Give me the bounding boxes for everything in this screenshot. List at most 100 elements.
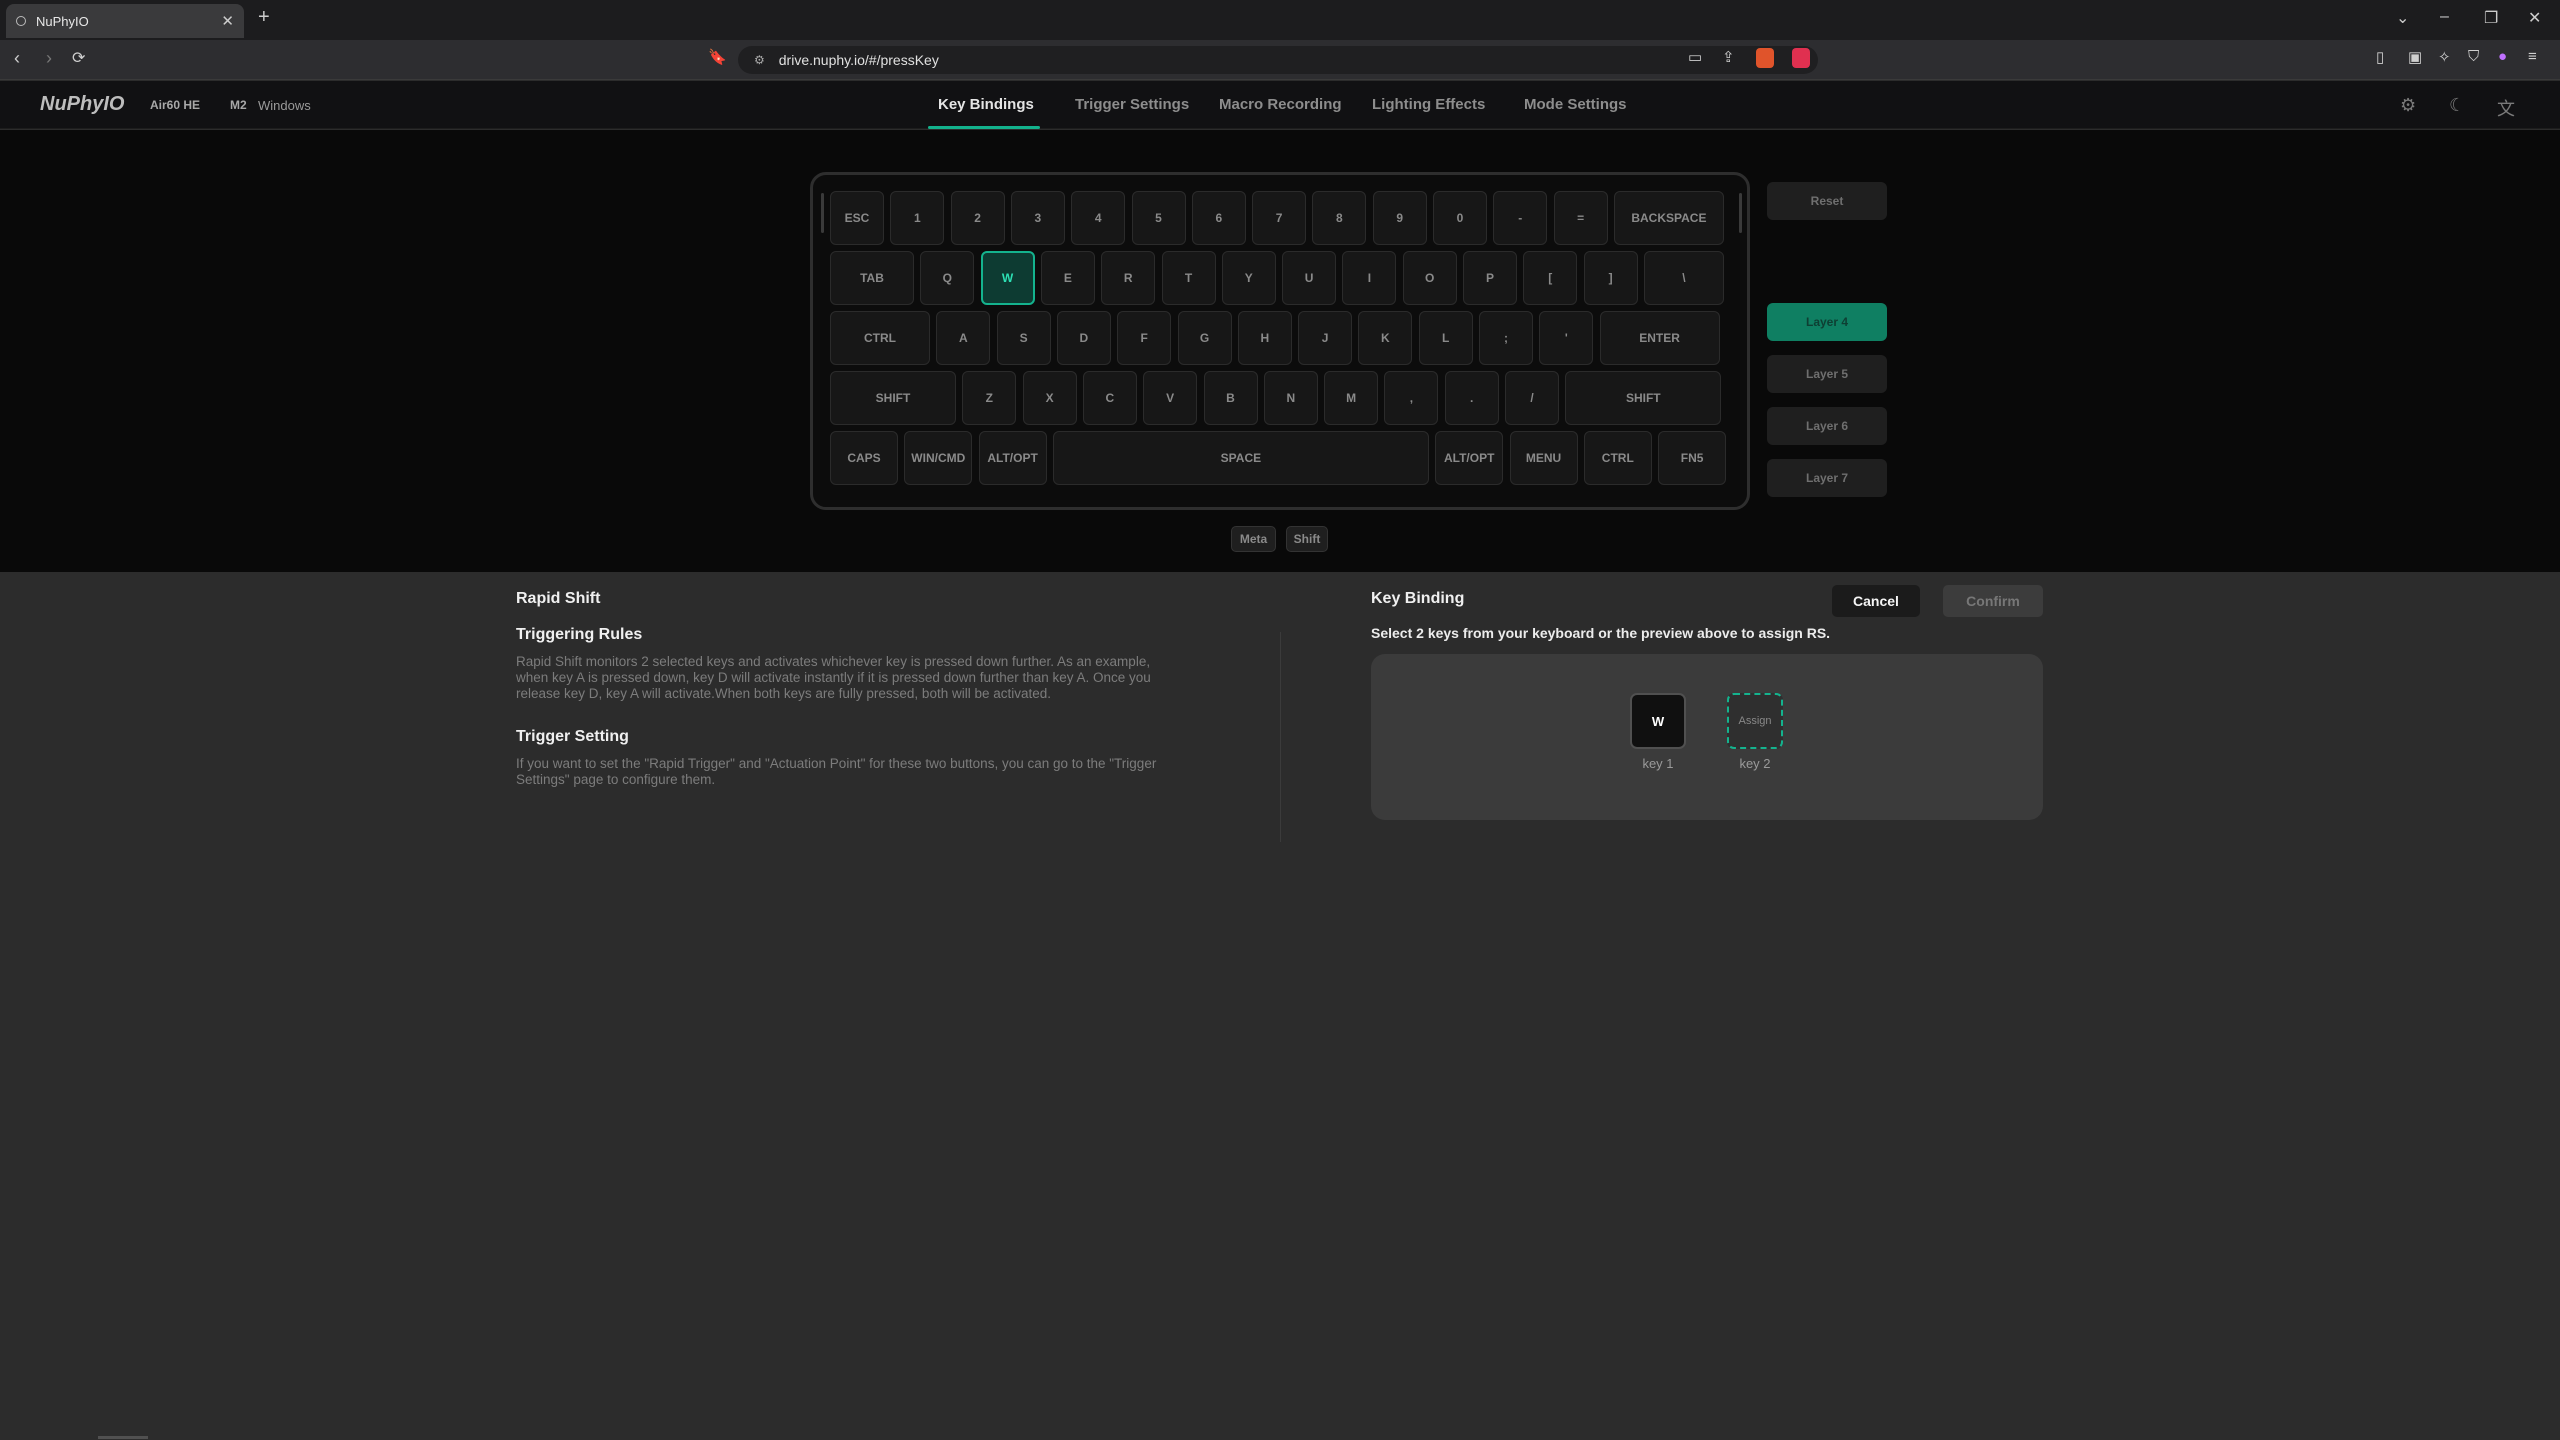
- browser-tab[interactable]: NuPhyIO ✕: [6, 4, 244, 38]
- sidebar-icon[interactable]: ▯: [2376, 48, 2384, 66]
- key-9[interactable]: 9: [1372, 191, 1427, 245]
- key-v[interactable]: V: [1143, 371, 1198, 425]
- key-s[interactable]: S: [996, 311, 1051, 365]
- tab-lighting-effects[interactable]: Lighting Effects: [1372, 96, 1485, 113]
- key-t[interactable]: T: [1161, 251, 1216, 305]
- key-r[interactable]: R: [1101, 251, 1156, 305]
- key-n[interactable]: N: [1263, 371, 1318, 425]
- key-7[interactable]: 7: [1252, 191, 1307, 245]
- reset-button[interactable]: Reset: [1767, 182, 1887, 220]
- settings-gear-icon[interactable]: ⚙: [2400, 95, 2416, 116]
- shift-modifier-button[interactable]: Shift: [1286, 526, 1328, 552]
- key-4[interactable]: 4: [1071, 191, 1126, 245]
- menu-icon[interactable]: ≡: [2528, 48, 2537, 65]
- key-sym3-9[interactable]: .: [1444, 371, 1499, 425]
- site-info-icon[interactable]: ⚙: [754, 53, 765, 67]
- tab-close-icon[interactable]: ✕: [221, 12, 234, 30]
- key-h[interactable]: H: [1237, 311, 1292, 365]
- key-tab[interactable]: TAB: [830, 251, 914, 305]
- cancel-button[interactable]: Cancel: [1832, 585, 1920, 617]
- tab-trigger-settings[interactable]: Trigger Settings: [1075, 96, 1189, 113]
- key-sym0-12[interactable]: =: [1553, 191, 1608, 245]
- key-u[interactable]: U: [1282, 251, 1337, 305]
- confirm-button[interactable]: Confirm: [1943, 585, 2043, 617]
- key-z[interactable]: Z: [962, 371, 1017, 425]
- key-f[interactable]: F: [1117, 311, 1172, 365]
- key-a[interactable]: A: [936, 311, 991, 365]
- vpn-icon[interactable]: ⛉: [2468, 48, 2479, 65]
- language-icon[interactable]: 文: [2497, 95, 2515, 121]
- profile-icon[interactable]: ●: [2498, 48, 2507, 65]
- key-altopt[interactable]: ALT/OPT: [1435, 431, 1504, 485]
- key-enter[interactable]: ENTER: [1599, 311, 1720, 365]
- os-mode[interactable]: Windows: [258, 98, 311, 113]
- share-icon[interactable]: ⇪: [1722, 48, 1735, 66]
- key-5[interactable]: 5: [1131, 191, 1186, 245]
- key-2-slot[interactable]: Assign: [1727, 693, 1783, 749]
- key-2[interactable]: 2: [950, 191, 1005, 245]
- key-p[interactable]: P: [1463, 251, 1517, 305]
- key-x[interactable]: X: [1022, 371, 1077, 425]
- back-icon[interactable]: ‹: [14, 48, 20, 69]
- restore-icon[interactable]: ❐: [2484, 8, 2498, 28]
- key-8[interactable]: 8: [1312, 191, 1367, 245]
- key-e[interactable]: E: [1040, 251, 1095, 305]
- key-w[interactable]: W: [980, 251, 1035, 305]
- reload-icon[interactable]: ⟳: [72, 48, 85, 68]
- key-backspace[interactable]: BACKSPACE: [1613, 191, 1724, 245]
- address-bar[interactable]: ⚙ drive.nuphy.io/#/pressKey: [738, 46, 1818, 74]
- key-0[interactable]: 0: [1433, 191, 1487, 245]
- layer-5-button[interactable]: Layer 5: [1767, 355, 1887, 393]
- meta-modifier-button[interactable]: Meta: [1231, 526, 1276, 552]
- layer-7-button[interactable]: Layer 7: [1767, 459, 1887, 497]
- device-name[interactable]: Air60 HE: [150, 98, 200, 112]
- new-tab-icon[interactable]: +: [258, 6, 270, 29]
- key-shift[interactable]: SHIFT: [830, 371, 956, 425]
- key-b[interactable]: B: [1203, 371, 1258, 425]
- key-ctrl[interactable]: CTRL: [1583, 431, 1652, 485]
- key-esc[interactable]: ESC: [830, 191, 884, 245]
- window-close-icon[interactable]: ✕: [2528, 8, 2541, 28]
- key-d[interactable]: D: [1056, 311, 1111, 365]
- key-sym2-10[interactable]: ;: [1479, 311, 1533, 365]
- key-1-slot[interactable]: W: [1630, 693, 1686, 749]
- key-m[interactable]: M: [1324, 371, 1379, 425]
- forward-icon[interactable]: ›: [46, 48, 52, 69]
- cast-icon[interactable]: ▭: [1688, 48, 1702, 66]
- key-sym3-8[interactable]: ,: [1384, 371, 1439, 425]
- tab-key-bindings[interactable]: Key Bindings: [938, 96, 1034, 113]
- key-sym1-11[interactable]: [: [1523, 251, 1578, 305]
- key-6[interactable]: 6: [1191, 191, 1246, 245]
- key-sym3-10[interactable]: /: [1505, 371, 1559, 425]
- key-ctrl[interactable]: CTRL: [830, 311, 930, 365]
- key-i[interactable]: I: [1342, 251, 1397, 305]
- bookmark-icon[interactable]: 🔖: [708, 48, 727, 66]
- wallet-icon[interactable]: ▣: [2408, 48, 2422, 66]
- key-1[interactable]: 1: [890, 191, 945, 245]
- key-k[interactable]: K: [1358, 311, 1413, 365]
- leo-ai-icon[interactable]: ✧: [2438, 48, 2451, 66]
- key-j[interactable]: J: [1298, 311, 1353, 365]
- key-g[interactable]: G: [1177, 311, 1232, 365]
- key-sym1-12[interactable]: ]: [1583, 251, 1638, 305]
- key-l[interactable]: L: [1418, 311, 1473, 365]
- key-fn5[interactable]: FN5: [1658, 431, 1727, 485]
- layer-6-button[interactable]: Layer 6: [1767, 407, 1887, 445]
- key-wincmd[interactable]: WIN/CMD: [904, 431, 973, 485]
- tab-list-chevron-icon[interactable]: ⌄: [2396, 8, 2409, 28]
- key-space[interactable]: SPACE: [1052, 431, 1429, 485]
- key-c[interactable]: C: [1082, 371, 1137, 425]
- minimize-icon[interactable]: –: [2440, 8, 2449, 26]
- brave-shields-icon[interactable]: [1756, 48, 1774, 68]
- key-o[interactable]: O: [1402, 251, 1457, 305]
- key-y[interactable]: Y: [1221, 251, 1276, 305]
- profile-name[interactable]: M2: [230, 98, 247, 112]
- key-sym1-13[interactable]: \: [1643, 251, 1724, 305]
- key-sym0-11[interactable]: -: [1493, 191, 1548, 245]
- key-sym2-11[interactable]: ': [1539, 311, 1594, 365]
- brave-rewards-icon[interactable]: [1792, 48, 1810, 68]
- key-3[interactable]: 3: [1010, 191, 1065, 245]
- layer-4-button[interactable]: Layer 4: [1767, 303, 1887, 341]
- key-q[interactable]: Q: [920, 251, 975, 305]
- key-shift[interactable]: SHIFT: [1565, 371, 1722, 425]
